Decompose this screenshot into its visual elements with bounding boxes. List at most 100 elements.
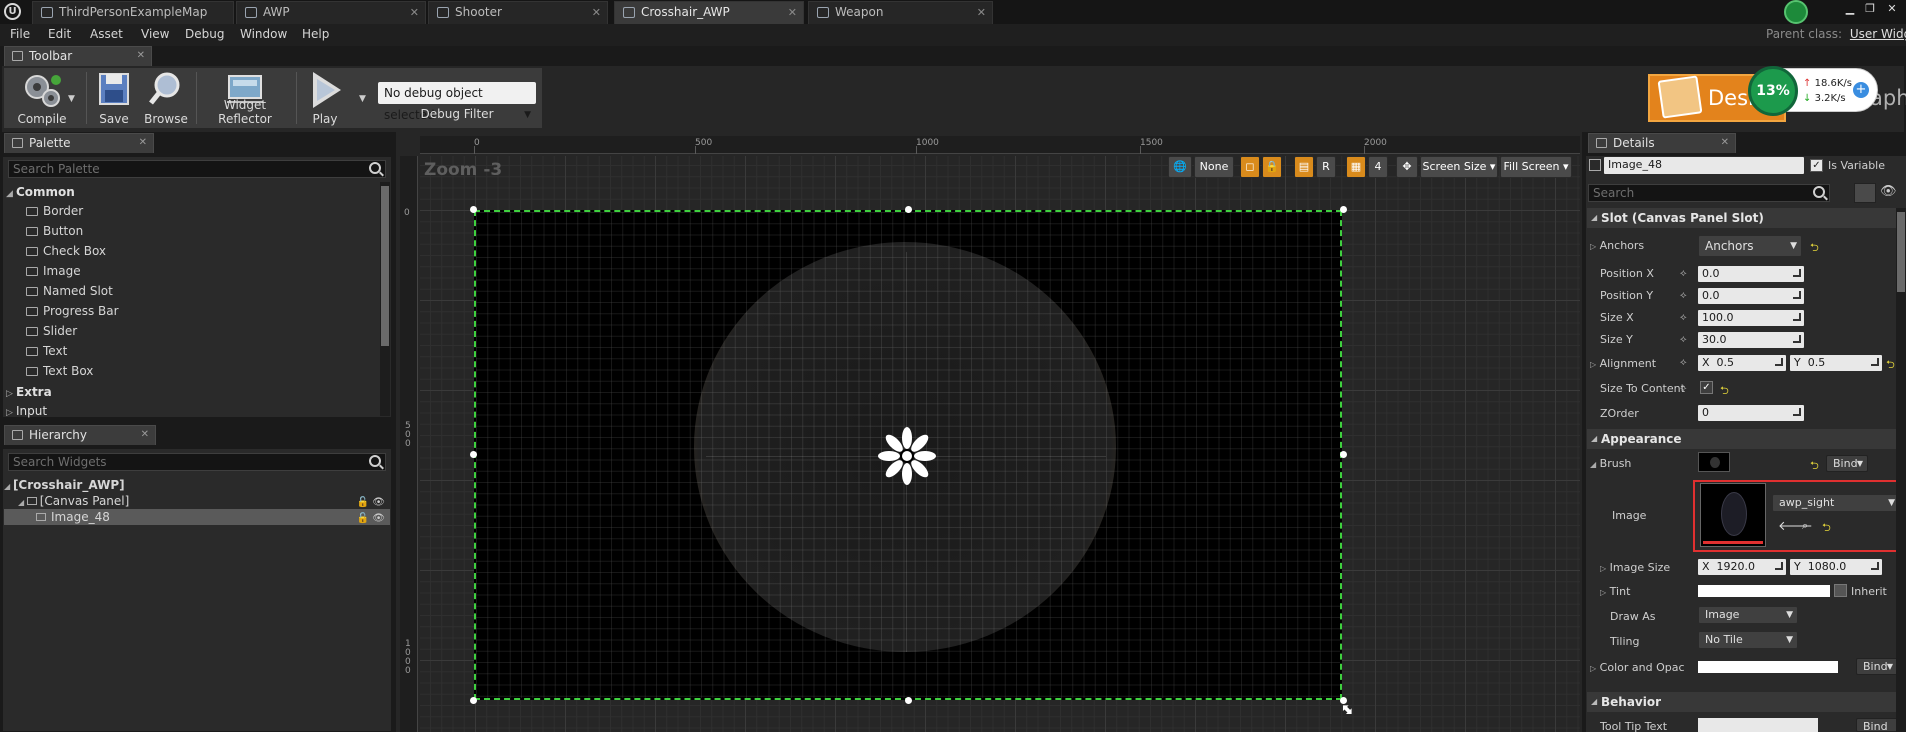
- fill-screen-dropdown[interactable]: Fill Screen ▾: [1500, 156, 1572, 178]
- hierarchy-row-root[interactable]: ◢ [Crosshair_AWP]: [4, 477, 390, 493]
- menu-file[interactable]: File: [10, 27, 30, 41]
- brush-thumbnail[interactable]: [1698, 452, 1730, 472]
- color-opacity-swatch[interactable]: [1698, 661, 1838, 673]
- alignment-x-field[interactable]: X 0.5: [1698, 355, 1786, 371]
- tab-weapon[interactable]: Weapon ✕: [808, 1, 993, 24]
- resize-handle-top-left[interactable]: [470, 206, 477, 213]
- minimize-icon[interactable]: ▁: [1842, 2, 1858, 16]
- menu-help[interactable]: Help: [302, 27, 329, 41]
- maximize-icon[interactable]: ❐: [1862, 2, 1878, 16]
- size-y-field[interactable]: 30.0: [1698, 332, 1804, 348]
- position-x-field[interactable]: 0.0: [1698, 266, 1804, 282]
- binding-icon[interactable]: ⟡: [1680, 290, 1687, 301]
- draw-as-dropdown[interactable]: Image ▼: [1698, 606, 1798, 624]
- hierarchy-row-canvas-panel[interactable]: ◢ [Canvas Panel] 🔓👁: [4, 493, 390, 509]
- play-button[interactable]: Play: [300, 70, 350, 128]
- resize-handle-bottom[interactable]: [905, 697, 912, 704]
- slot-section-header[interactable]: ◢ Slot (Canvas Panel Slot): [1587, 208, 1906, 228]
- compile-options-chevron-icon[interactable]: ▼: [68, 94, 75, 104]
- tab-shooter[interactable]: Shooter ✕: [428, 1, 608, 24]
- close-icon[interactable]: ✕: [788, 2, 797, 23]
- widget-reflector-button[interactable]: Widget Reflector: [198, 70, 292, 128]
- palette-item-button[interactable]: Button: [26, 224, 83, 238]
- lock-eye-icons[interactable]: 🔓👁: [357, 511, 388, 527]
- browse-asset-icon[interactable]: ⌕: [1802, 519, 1808, 533]
- close-icon[interactable]: ✕: [410, 2, 419, 23]
- browse-button[interactable]: Browse: [140, 70, 192, 128]
- tab-crosshair-awp[interactable]: Crosshair_AWP ✕: [614, 1, 804, 24]
- size-x-field[interactable]: 100.0: [1698, 310, 1804, 326]
- is-variable-checkbox[interactable]: ✓: [1810, 159, 1823, 172]
- resize-handle-bottom-left[interactable]: [470, 697, 477, 704]
- details-scrollbar[interactable]: [1896, 208, 1906, 732]
- close-window-icon[interactable]: ✕: [1884, 2, 1900, 16]
- tab-third-person-example-map[interactable]: ThirdPersonExampleMap: [32, 1, 234, 24]
- debug-object-dropdown[interactable]: No debug object selected ▼: [378, 82, 536, 122]
- palette-item-text[interactable]: Text: [26, 344, 67, 358]
- play-options-chevron-icon[interactable]: ▼: [359, 94, 366, 104]
- palette-item-border[interactable]: Border: [26, 204, 83, 218]
- close-icon[interactable]: ✕: [137, 47, 145, 65]
- category-extra[interactable]: ▷ Extra: [6, 385, 52, 399]
- category-common[interactable]: ◢ Common: [6, 185, 75, 199]
- resize-handle-top[interactable]: [905, 206, 912, 213]
- parent-class-link[interactable]: User Widget: [1850, 27, 1906, 41]
- binding-icon[interactable]: ⟡: [1680, 268, 1687, 279]
- tab-awp[interactable]: AWP ✕: [236, 1, 426, 24]
- position-y-field[interactable]: 0.0: [1698, 288, 1804, 304]
- globe-icon[interactable]: 🌐: [1168, 156, 1192, 178]
- close-icon[interactable]: ✕: [139, 134, 147, 152]
- reset-r-button[interactable]: R: [1316, 156, 1336, 178]
- tooltip-input[interactable]: [1698, 718, 1818, 732]
- reset-to-default-icon[interactable]: ⮌: [1810, 457, 1819, 476]
- binding-icon[interactable]: ⟡: [1680, 334, 1687, 345]
- reset-to-default-icon[interactable]: ⮌: [1886, 356, 1895, 375]
- toolbar-tab[interactable]: Toolbar ✕: [4, 46, 152, 66]
- transform-icon[interactable]: ✥: [1396, 156, 1418, 178]
- inherit-checkbox[interactable]: [1834, 584, 1847, 597]
- menu-debug[interactable]: Debug: [185, 27, 224, 41]
- binding-icon[interactable]: ⟡: [1680, 357, 1687, 368]
- image-size-x-field[interactable]: X 1920.0: [1698, 559, 1786, 575]
- binding-icon[interactable]: ⟡: [1680, 383, 1687, 394]
- menu-view[interactable]: View: [141, 27, 169, 41]
- palette-search-input[interactable]: Search Palette: [8, 160, 386, 178]
- resize-handle-right[interactable]: [1340, 451, 1347, 458]
- reset-to-default-icon[interactable]: ⮌: [1822, 519, 1831, 538]
- palette-item-named-slot[interactable]: Named Slot: [26, 284, 113, 298]
- brush-bind-button[interactable]: Bind ▼: [1826, 455, 1868, 472]
- anchors-dropdown[interactable]: Anchors ▼: [1698, 235, 1802, 257]
- close-icon[interactable]: ✕: [592, 2, 601, 23]
- scrollbar-thumb[interactable]: [1897, 212, 1905, 292]
- resize-handle-top-right[interactable]: [1340, 206, 1347, 213]
- palette-item-image[interactable]: Image: [26, 264, 81, 278]
- widget-name-input[interactable]: Image_48: [1604, 157, 1804, 174]
- details-tab[interactable]: Details ✕: [1588, 133, 1736, 153]
- screen-size-dropdown[interactable]: Screen Size ▾: [1420, 156, 1498, 178]
- localization-preview-dropdown[interactable]: None: [1194, 156, 1234, 178]
- grid-snap-value[interactable]: 4: [1368, 156, 1388, 178]
- close-icon[interactable]: ✕: [141, 426, 149, 444]
- respect-locks-icon[interactable]: ◻: [1240, 156, 1260, 178]
- size-to-content-checkbox[interactable]: ✓: [1700, 381, 1713, 394]
- image-asset-dropdown[interactable]: awp_sight ▼: [1772, 494, 1900, 512]
- menu-edit[interactable]: Edit: [48, 27, 71, 41]
- reset-to-default-icon[interactable]: ⮌: [1720, 382, 1729, 401]
- image-size-y-field[interactable]: Y 1080.0: [1790, 559, 1882, 575]
- palette-item-check-box[interactable]: Check Box: [26, 244, 106, 258]
- binding-icon[interactable]: ⟡: [1680, 312, 1687, 323]
- hierarchy-search-input[interactable]: Search Widgets: [8, 453, 386, 471]
- eye-icon[interactable]: 👁: [1880, 184, 1897, 199]
- speed-plus-button[interactable]: +: [1853, 82, 1869, 98]
- appearance-section-header[interactable]: ◢ Appearance: [1587, 429, 1906, 449]
- close-icon[interactable]: ✕: [1721, 134, 1729, 152]
- image-asset-thumbnail[interactable]: [1700, 483, 1766, 547]
- category-input[interactable]: ▷ Input: [6, 404, 47, 418]
- zorder-field[interactable]: 0: [1698, 405, 1804, 421]
- resize-handle-left[interactable]: [470, 451, 477, 458]
- reset-to-default-icon[interactable]: ⮌: [1810, 239, 1819, 258]
- save-button[interactable]: Save: [92, 70, 136, 128]
- lock-icon[interactable]: 🔒: [1262, 156, 1282, 178]
- palette-item-text-box[interactable]: Text Box: [26, 364, 93, 378]
- palette-scrollbar[interactable]: [380, 182, 390, 416]
